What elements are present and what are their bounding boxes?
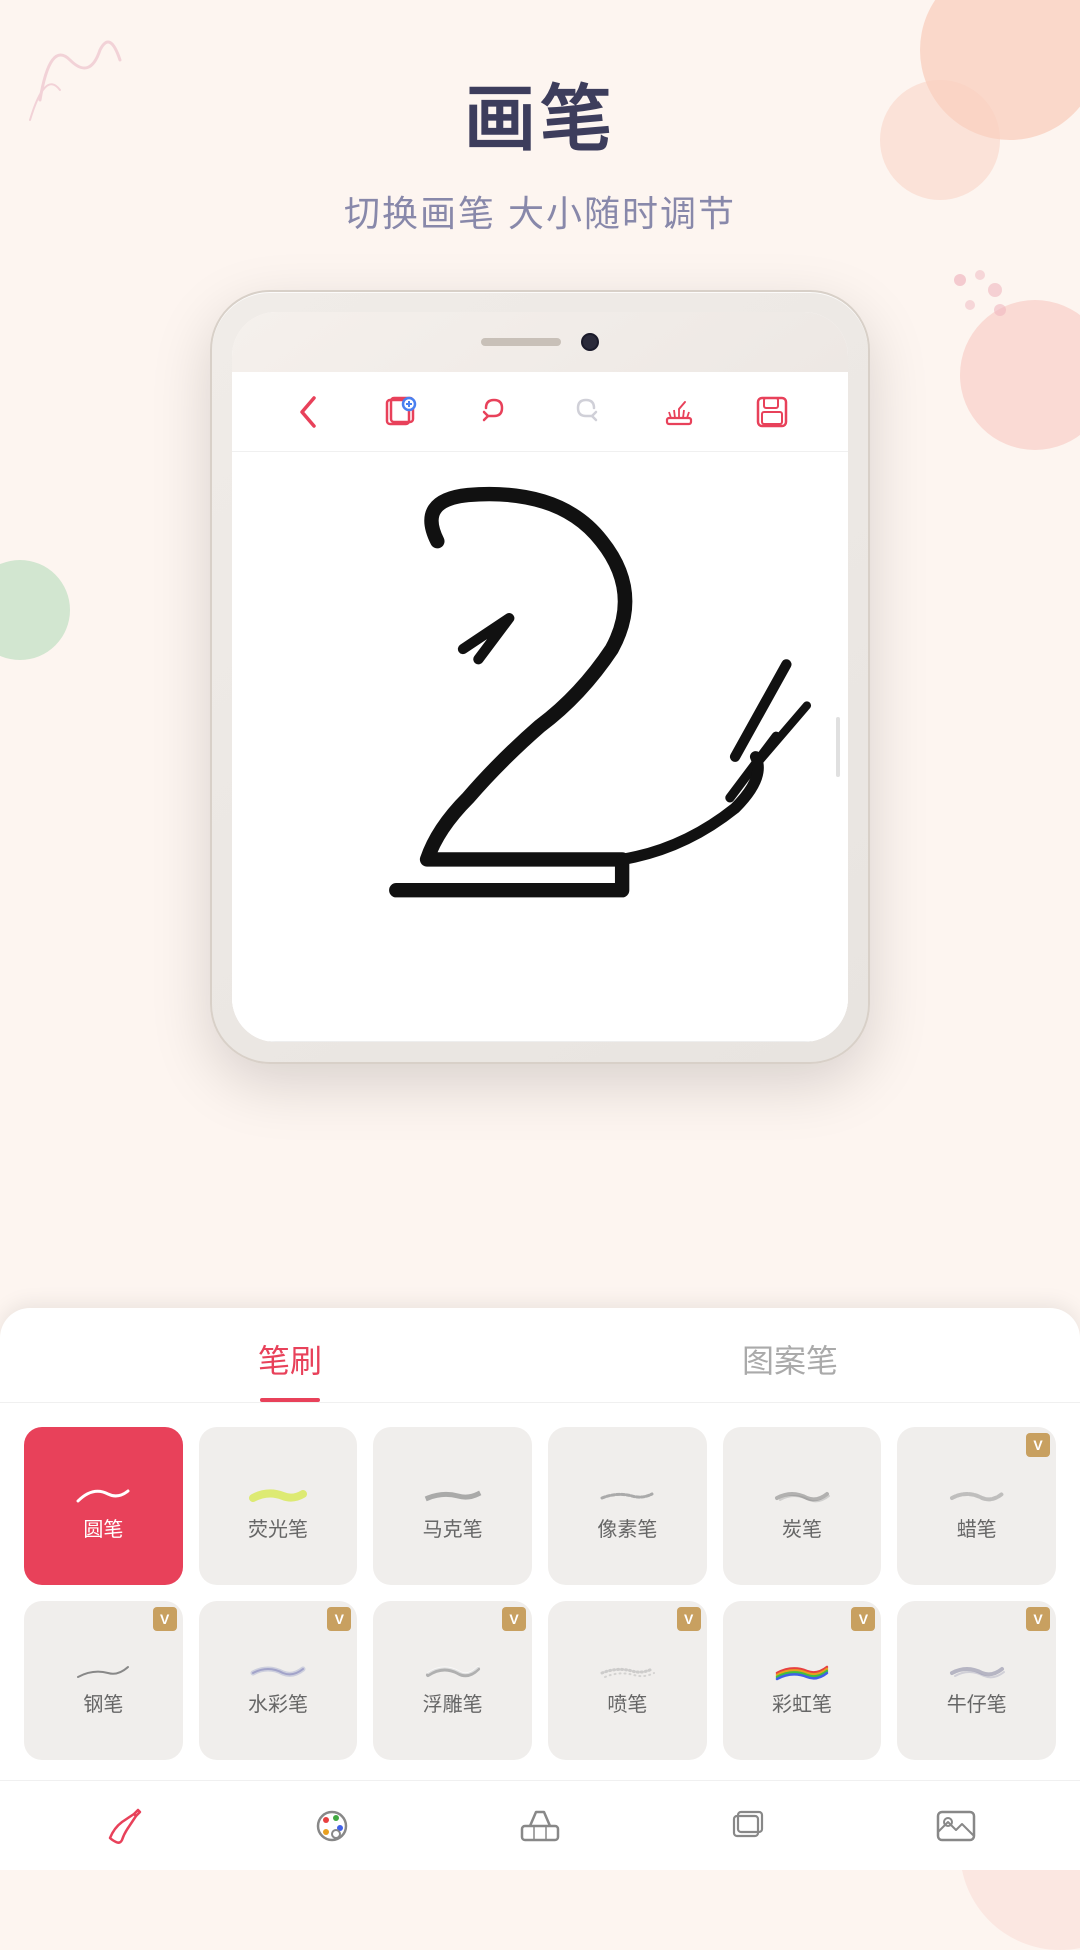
nav-gallery[interactable]: [921, 1791, 991, 1861]
brush-preview-denim: [947, 1651, 1007, 1687]
vip-badge-watercolor: V: [327, 1607, 351, 1631]
brush-item-watercolor[interactable]: V 水彩笔: [199, 1601, 358, 1760]
brush-item-spray[interactable]: V 喷笔: [548, 1601, 707, 1760]
phone-top-bar: [232, 312, 848, 372]
brush-item-pixel[interactable]: 像素笔: [548, 1427, 707, 1586]
brush-preview-charcoal: [772, 1476, 832, 1512]
back-button[interactable]: [286, 390, 330, 434]
page-title: 画笔: [0, 60, 1080, 165]
app-toolbar: [232, 372, 848, 452]
vip-badge-crayon: V: [1026, 1433, 1050, 1457]
brush-item-marker[interactable]: 马克笔: [373, 1427, 532, 1586]
brush-preview-rainbow: [772, 1651, 832, 1687]
nav-palette[interactable]: [297, 1791, 367, 1861]
brush-preview-relief: [423, 1651, 483, 1687]
brush-name-charcoal: 炭笔: [782, 1520, 822, 1540]
brush-name-highlight: 荧光笔: [248, 1520, 308, 1540]
brush-item-rainbow[interactable]: V 彩虹笔: [723, 1601, 882, 1760]
bottom-nav: [0, 1780, 1080, 1870]
brush-item-pen[interactable]: V 钢笔: [24, 1601, 183, 1760]
brush-preview-highlight: [248, 1476, 308, 1512]
brush-item-crayon[interactable]: V 蜡笔: [897, 1427, 1056, 1586]
redo-button[interactable]: [564, 390, 608, 434]
phone-frame: [210, 290, 870, 1064]
vip-badge-rainbow: V: [851, 1607, 875, 1631]
undo-button[interactable]: [472, 390, 516, 434]
brush-item-highlight[interactable]: 荧光笔: [199, 1427, 358, 1586]
brush-preview-marker: [423, 1476, 483, 1512]
brush-name-rainbow: 彩虹笔: [772, 1695, 832, 1715]
tab-brush[interactable]: 笔刷: [40, 1308, 540, 1402]
vip-badge-relief: V: [502, 1607, 526, 1631]
vip-badge-pen: V: [153, 1607, 177, 1631]
brush-name-spray: 喷笔: [607, 1695, 647, 1715]
bg-dots-decoration: [940, 260, 1020, 340]
title-section: 画笔 切换画笔 大小随时调节: [0, 0, 1080, 237]
brush-name-marker: 马克笔: [423, 1520, 483, 1540]
canvas-drawing: [232, 452, 848, 1041]
app-screen: [232, 372, 848, 1042]
brush-name-relief: 浮雕笔: [423, 1695, 483, 1715]
brush-preview-crayon: [947, 1476, 1007, 1512]
brush-preview-pen: [73, 1651, 133, 1687]
brush-preview-watercolor: [248, 1651, 308, 1687]
brush-preview-spray: [597, 1651, 657, 1687]
brush-name-crayon: 蜡笔: [957, 1520, 997, 1540]
brush-tabs: 笔刷 图案笔: [0, 1308, 1080, 1403]
brush-item-relief[interactable]: V 浮雕笔: [373, 1601, 532, 1760]
nav-eraser[interactable]: [505, 1791, 575, 1861]
nav-layers[interactable]: [713, 1791, 783, 1861]
brush-grid: 圆笔 荧光笔 马克笔: [0, 1403, 1080, 1780]
save-button[interactable]: [750, 390, 794, 434]
brush-name-denim: 牛仔笔: [947, 1695, 1007, 1715]
phone-speaker: [481, 338, 561, 346]
vip-badge-spray: V: [677, 1607, 701, 1631]
phone-inner: [232, 312, 848, 1042]
page-subtitle: 切换画笔 大小随时调节: [0, 185, 1080, 237]
brush-item-charcoal[interactable]: 炭笔: [723, 1427, 882, 1586]
bottom-panel: 笔刷 图案笔 圆笔 荧光笔: [0, 1308, 1080, 1780]
phone-camera: [581, 333, 599, 351]
clear-button[interactable]: [657, 390, 701, 434]
brush-name-pixel: 像素笔: [597, 1520, 657, 1540]
vip-badge-denim: V: [1026, 1607, 1050, 1631]
brush-name-pen: 钢笔: [83, 1695, 123, 1715]
phone-mockup: [210, 290, 870, 1064]
brush-item-round[interactable]: 圆笔: [24, 1427, 183, 1586]
canvas-area[interactable]: [232, 452, 848, 1042]
bg-decoration-green: [0, 560, 70, 660]
layers-button[interactable]: [379, 390, 423, 434]
brush-name-round: 圆笔: [83, 1520, 123, 1540]
brush-name-watercolor: 水彩笔: [248, 1695, 308, 1715]
nav-brush[interactable]: [89, 1791, 159, 1861]
brush-item-denim[interactable]: V 牛仔笔: [897, 1601, 1056, 1760]
brush-preview-round: [73, 1476, 133, 1512]
scroll-indicator: [836, 717, 840, 777]
brush-preview-pixel: [597, 1476, 657, 1512]
tab-pattern[interactable]: 图案笔: [540, 1308, 1040, 1402]
